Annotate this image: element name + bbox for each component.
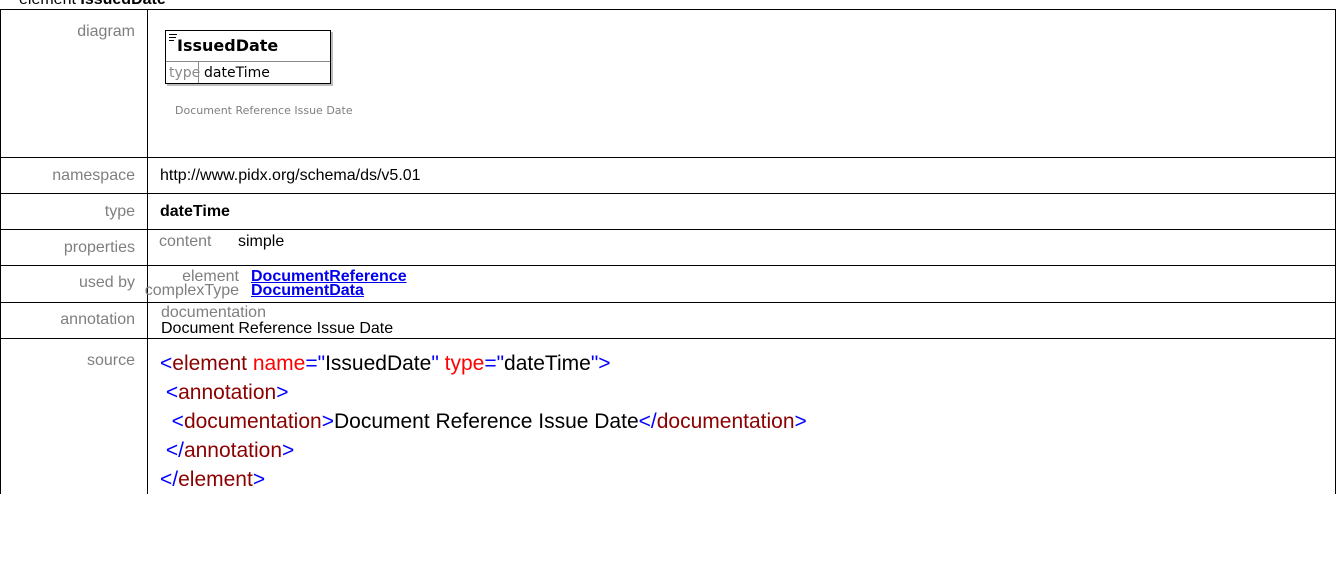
source-cell: <element name="IssuedDate" type="dateTim… [147,338,1336,494]
label-properties: properties [0,229,148,266]
element-menu-icon [169,34,177,43]
src-text: Document Reference Issue Date [333,410,639,433]
element-doc-table: diagram IssuedDate type dateTime Documen… [0,9,1336,494]
src-tag: annotation [183,439,283,462]
property-value: simple [238,233,285,250]
diagram-cell: IssuedDate type dateTime Document Refere… [147,9,1336,158]
row-diagram: diagram IssuedDate type dateTime Documen… [0,9,1336,158]
heading-element-name: IssuedDate [80,0,165,8]
source-code-block: <element name="IssuedDate" type="dateTim… [160,352,807,491]
used-by-kind: complexType [144,282,239,299]
label-namespace: namespace [0,157,148,194]
namespace-value: http://www.pidx.org/schema/ds/v5.01 [147,157,1336,194]
row-annotation: annotation documentation Document Refere… [0,302,1336,339]
diagram-element-name: IssuedDate [177,36,279,55]
label-diagram: diagram [0,9,148,158]
row-used-by: used by element DocumentReference comple… [0,265,1336,303]
diagram-area: IssuedDate type dateTime Document Refere… [148,10,1335,157]
src-tag: element [172,352,247,375]
src-tag: documentation [656,410,795,433]
used-by-cell: element DocumentReference complexType Do… [145,265,1336,303]
annotation-grid: documentation Document Reference Issue D… [148,303,1335,337]
heading-prefix: element [19,0,76,8]
row-source: source <element name="IssuedDate" type="… [0,338,1336,494]
type-value: dateTime [147,193,1336,230]
used-by-link-documentdata[interactable]: DocumentData [251,282,364,300]
annotation-value: Document Reference Issue Date [161,320,394,337]
row-type: type dateTime [0,193,1336,230]
property-key: content [159,233,212,250]
src-attr: type [444,352,485,375]
row-namespace: namespace http://www.pidx.org/schema/ds/… [0,157,1336,194]
diagram-caption: Document Reference Issue Date [175,104,353,117]
src-tag: element [178,468,253,491]
diagram-type-value: dateTime [204,65,270,81]
src-attr-value: dateTime [504,352,591,375]
properties-cell: content simple [147,229,1336,266]
diagram-type-key: type [166,62,200,83]
page-heading: element IssuedDate [19,0,166,9]
src-tag: annotation [178,381,277,404]
diagram-type-row: type dateTime [166,61,330,83]
src-attr-value: IssuedDate [325,352,432,375]
annotation-cell: documentation Document Reference Issue D… [147,302,1336,339]
label-type: type [0,193,148,230]
label-used-by: used by [0,265,148,303]
used-by-grid: element DocumentReference complexType Do… [145,266,1335,302]
src-tag: documentation [183,410,322,433]
label-source: source [0,338,148,494]
properties-grid: content simple [148,230,1335,264]
element-diagram-box[interactable]: IssuedDate type dateTime [165,30,331,84]
label-annotation: annotation [0,302,148,339]
row-properties: properties content simple [0,229,1336,266]
src-attr: name [252,352,306,375]
